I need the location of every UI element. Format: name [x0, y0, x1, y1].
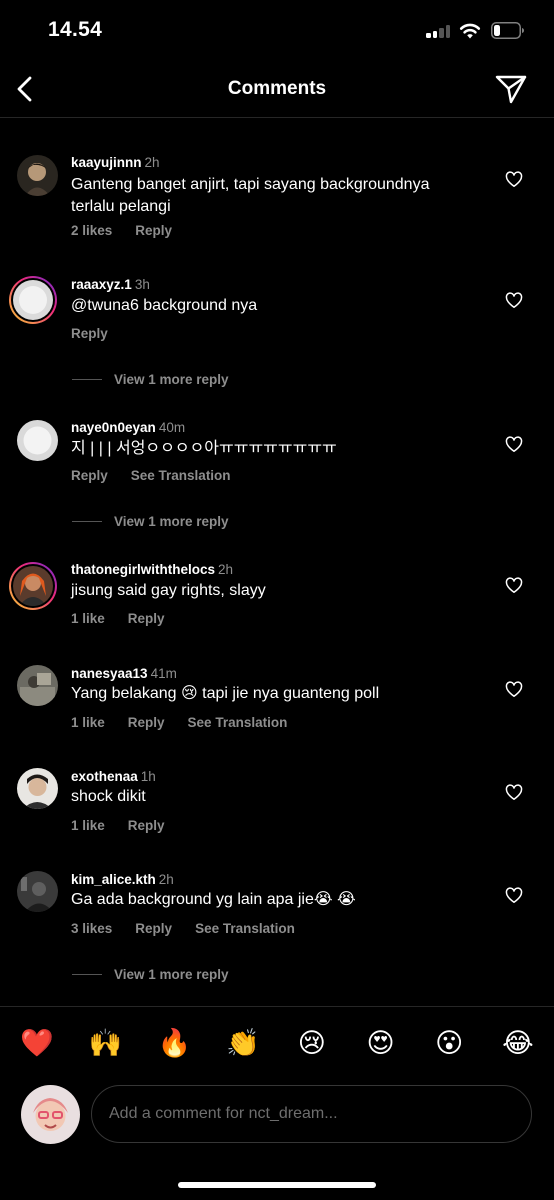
heart-icon[interactable] — [505, 436, 523, 453]
comment-username[interactable]: kim_alice.kth — [71, 872, 156, 887]
reply-button[interactable]: Reply — [71, 326, 108, 341]
comment-age: 40m — [158, 420, 186, 435]
comment-username[interactable]: exothenaa — [71, 769, 138, 784]
view-more-replies-label: View 1 more reply — [114, 514, 229, 529]
see-translation-button[interactable]: See Translation — [188, 715, 288, 730]
raising-hands-emoji-button[interactable]: 🙌 — [88, 1027, 124, 1080]
view-more-replies-label: View 1 more reply — [114, 372, 229, 387]
comment-age: 2h — [144, 155, 160, 170]
see-translation-button[interactable]: See Translation — [195, 921, 295, 936]
avatar — [21, 1085, 80, 1144]
reply-button[interactable]: Reply — [71, 468, 108, 483]
page-title: Comments — [227, 78, 327, 99]
comment-actions: 3 likes Reply See Translation — [71, 921, 295, 936]
likes-count[interactable]: 1 like — [71, 818, 105, 833]
avatar[interactable] — [9, 562, 57, 610]
status-bar: 14.54 — [0, 0, 554, 60]
cellular-signal-icon — [426, 24, 452, 38]
likes-count[interactable]: 2 likes — [71, 223, 112, 238]
comment-text: Ga ada background yg lain apa jie😭 😭 — [71, 891, 356, 908]
heart-icon[interactable] — [505, 292, 523, 309]
status-time: 14.54 — [48, 18, 103, 41]
surprised-face-emoji-button[interactable]: 😮 — [431, 1027, 467, 1080]
heart-icon[interactable] — [505, 171, 523, 188]
comment-username[interactable]: thatonegirlwiththelocs — [71, 562, 215, 577]
wifi-icon — [459, 23, 481, 39]
reply-button[interactable]: Reply — [128, 715, 165, 730]
heart-eyes-emoji-button[interactable]: 😍 — [363, 1027, 399, 1080]
comment-text: Yang belakang 😢 tapi jie nya guanteng po… — [71, 685, 380, 702]
comment-username[interactable]: naye0n0eyan — [71, 420, 156, 435]
view-more-replies[interactable]: View 1 more reply — [72, 967, 229, 982]
home-indicator[interactable] — [178, 1182, 376, 1188]
avatar[interactable] — [17, 665, 58, 706]
crying-face-emoji-button[interactable]: 😢 — [294, 1027, 330, 1080]
reply-button[interactable]: Reply — [128, 818, 165, 833]
comment-text: shock dikit — [71, 788, 146, 805]
view-more-replies-label: View 1 more reply — [114, 967, 229, 982]
see-translation-button[interactable]: See Translation — [131, 468, 231, 483]
avatar[interactable] — [17, 420, 58, 461]
likes-count[interactable]: 1 like — [71, 715, 105, 730]
fire-emoji-button[interactable]: 🔥 — [156, 1027, 192, 1080]
avatar[interactable] — [9, 276, 57, 324]
view-more-replies[interactable]: View 1 more reply — [72, 514, 229, 529]
likes-count[interactable]: 3 likes — [71, 921, 112, 936]
avatar[interactable] — [17, 155, 58, 196]
comment-text: 지 | | | 서엉ㅇㅇㅇㅇ아ㅠㅠㅠㅠㅠㅠㅠㅠ — [71, 440, 337, 457]
comment-input[interactable] — [91, 1085, 532, 1143]
comment-text: @twuna6 background nya — [71, 297, 258, 314]
reply-button[interactable]: Reply — [135, 921, 172, 936]
comment-age: 3h — [134, 277, 150, 292]
comment-actions: 1 like Reply — [71, 611, 165, 626]
comment-actions: 2 likes Reply — [71, 223, 172, 238]
heart-icon[interactable] — [505, 681, 523, 698]
header: Comments — [0, 60, 554, 118]
comment-actions: Reply — [71, 326, 108, 341]
tears-of-joy-emoji-button[interactable]: 😂 — [500, 1027, 536, 1080]
comment-actions: Reply See Translation — [71, 468, 231, 483]
avatar[interactable] — [17, 871, 58, 912]
battery-icon — [491, 22, 524, 39]
heart-icon[interactable] — [505, 577, 523, 594]
clapping-hands-emoji-button[interactable]: 👏 — [225, 1027, 261, 1080]
comment-composer — [0, 1084, 554, 1144]
comment-text: jisung said gay rights, slayy — [71, 582, 266, 599]
reply-button[interactable]: Reply — [128, 611, 165, 626]
red-heart-emoji-button[interactable]: ❤️ — [19, 1027, 55, 1080]
heart-icon[interactable] — [505, 887, 523, 904]
comment-username[interactable]: nanesyaa13 — [71, 666, 148, 681]
comment-actions: 1 like Reply See Translation — [71, 715, 287, 730]
view-more-replies[interactable]: View 1 more reply — [72, 372, 229, 387]
avatar[interactable] — [17, 768, 58, 809]
reaction-bar: ❤️ 🙌 🔥 👏 😢 😍 😮 😂 — [0, 1006, 554, 1080]
heart-icon[interactable] — [505, 784, 523, 801]
likes-count[interactable]: 1 like — [71, 611, 105, 626]
comment-age: 2h — [158, 872, 174, 887]
comment-age: 1h — [140, 769, 156, 784]
paper-plane-icon[interactable] — [494, 72, 528, 106]
comment-username[interactable]: kaayujinnn — [71, 155, 142, 170]
comment-text: Ganteng banget anjirt, tapi sayang backg… — [71, 176, 430, 215]
comment-actions: 1 like Reply — [71, 818, 165, 833]
comment-age: 2h — [218, 562, 234, 577]
reply-button[interactable]: Reply — [135, 223, 172, 238]
comment-username[interactable]: raaaxyz.1 — [71, 277, 132, 292]
comment-age: 41m — [150, 666, 177, 681]
